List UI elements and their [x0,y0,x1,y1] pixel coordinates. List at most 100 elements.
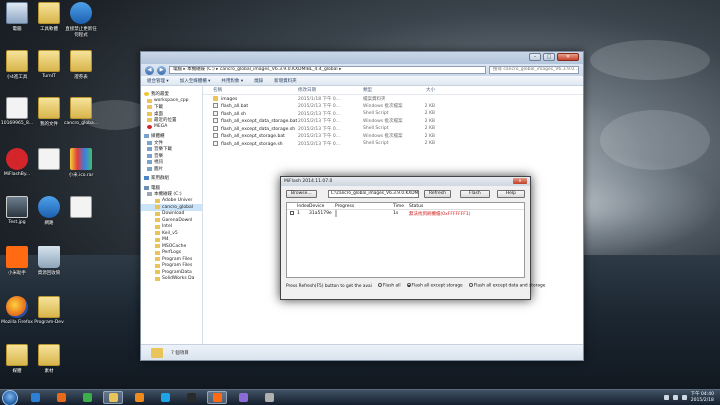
desktop-icon[interactable]: 小米.ico.rar [64,148,98,178]
file-row[interactable]: flash_all_except_data_storage.bat 2015/2/… [203,118,583,126]
column-date[interactable]: 修改日期 [298,87,363,93]
tools-icon [264,393,274,402]
share-with-menu[interactable]: 共用對象 ▾ [221,78,243,84]
radio-icon[interactable] [468,283,473,288]
new-folder-button[interactable]: 新增資料夾 [274,78,297,84]
nav-item-label: PerfLogs [162,250,182,256]
taskbar-media-player[interactable] [129,391,149,404]
desktop-icon[interactable]: 證券表 [64,50,98,80]
desktop-icon[interactable]: 媒體 [0,344,34,374]
network-tray-icon[interactable] [672,395,678,400]
taskbar-tools[interactable] [259,391,279,404]
file-row[interactable]: flash_all.sh 2015/2/13 下午 0... Shell Scrip… [203,110,583,118]
desktop-icon[interactable]: Test.jpg [0,196,34,225]
desktop-icon[interactable]: Program-Dev [32,296,66,325]
taskbar-cmd[interactable] [181,391,201,404]
flash-option[interactable]: Flash all except storage [406,283,463,289]
radio-icon[interactable] [406,283,411,288]
flash-option[interactable]: Flash all [377,283,401,289]
taskbar-mi[interactable] [207,391,227,404]
desktop-icon[interactable]: 小米助手 [0,246,34,276]
file-type: Windows 批次檔案 [363,119,403,125]
desktop-icon-label: 小米助手 [8,271,26,276]
column-size[interactable]: 大小 [405,87,435,93]
file-row[interactable]: flash_all_except_storage.bat 2015/2/13 下午… [203,133,583,141]
taskbar-ie[interactable] [25,391,45,404]
column-index: Index [297,203,310,209]
file-row[interactable]: flash_all_except_storage.sh 2015/2/13 下午 … [203,140,583,148]
desktop-icon[interactable]: 直接禁止更新任何程式 [64,2,98,38]
nav-item-label: 音樂下載 [154,147,172,153]
nav-item[interactable]: MEGA [141,124,202,131]
desktop-icon[interactable]: TurnIT [32,50,66,79]
lib-icon [147,166,152,171]
taskbar-skype[interactable] [155,391,175,404]
desktop-icon[interactable]: 網路 [32,196,66,226]
desktop-icon[interactable]: 素材 [32,344,66,374]
desktop-icon[interactable]: 我的文件 [32,97,66,127]
refresh-button[interactable]: Refresh [423,190,451,198]
nav-item-label: 最近的位置 [154,118,177,124]
search-input[interactable]: 搜尋 cancro_global_images_V6.3.9.0... [489,66,579,74]
desktop-icon[interactable]: MiFlashBy... [0,148,34,177]
flash-button[interactable]: Flash [459,190,490,198]
desktop-icon[interactable] [32,148,66,172]
flash-option[interactable]: Flash all except data and storage [468,283,545,289]
device-row[interactable]: 1 31a5179e 1s 無法找到刷機檔(0xFFFFFFF1) [287,210,524,217]
burn-button[interactable]: 燒錄 [254,78,263,84]
close-button[interactable]: ✕ [557,53,579,61]
desktop-icon[interactable]: 資源回收筒 [32,246,66,276]
app-icon [38,148,60,170]
desktop-icon-label: Test.jpg [8,220,26,225]
file-row[interactable]: flash_all.bat 2015/2/13 下午 0... Windows 批次… [203,103,583,111]
nav-item[interactable]: 圖片 [141,166,202,173]
device-checkbox[interactable] [290,210,294,215]
file-name: flash_all_except_data_storage.bat [221,119,298,125]
organize-menu[interactable]: 組合管理 ▾ [147,78,169,84]
minimize-button[interactable]: – [529,53,541,61]
column-name[interactable]: 名稱 [203,87,298,93]
taskbar-firefox[interactable] [51,391,71,404]
file-size: 2 KB [424,141,435,147]
forward-button[interactable]: ▶ [157,65,166,75]
browse-button[interactable]: Browse... [286,190,317,198]
image-path-input[interactable]: C:\cancro_global_images_V6.3.9.0.KXDMIBL… [327,190,419,198]
miflash-titlebar[interactable]: MiFlash 2014.11.07.0 ✕ [281,177,530,186]
file-row[interactable]: flash_all_except_data_storage.sh 2015/2/1… [203,125,583,133]
taskbar-app[interactable] [233,391,253,404]
help-button[interactable]: Help [496,190,525,198]
desktop-icon-label: 工具軟體 [40,27,58,32]
back-button[interactable]: ◀ [145,65,154,75]
add-to-library-menu[interactable]: 加入至媒體櫃 ▾ [180,78,211,84]
desktop-icon[interactable]: cancro_globa... [64,97,98,126]
clock[interactable]: 下午 04:40 2015/2/18 [691,392,714,404]
file-row[interactable]: images 2015/1/18 下午 0... 檔案資料夾 [203,95,583,103]
desktop-icon[interactable] [64,196,98,220]
radio-icon[interactable] [377,283,382,288]
desktop-icon[interactable]: 電腦 [0,2,34,32]
tray-arrow-icon[interactable] [663,395,669,400]
explorer-titlebar[interactable]: – □ ✕ [141,52,583,64]
maximize-button[interactable]: □ [543,53,555,61]
image-icon [6,196,28,218]
folder-icon [155,244,160,249]
flash-option-label: Flash all [382,283,401,289]
file-size: 2 KB [424,126,435,132]
column-type[interactable]: 類型 [363,87,405,93]
start-button[interactable] [2,389,18,405]
folder-icon [155,263,160,268]
address-input[interactable]: 電腦 ▸ 本機磁碟 (C:) ▸ cancro_global_images_V6… [169,66,486,74]
pc-icon [144,185,149,190]
desktop-icon[interactable]: 工具軟體 [32,2,66,32]
desktop-icon[interactable]: Mozilla Firefox [0,296,34,325]
taskbar-explorer[interactable] [103,391,123,404]
nav-item[interactable]: SolidWorks Da [141,276,202,283]
desktop-icon[interactable]: 小4進工具 [0,50,34,80]
miflash-close-button[interactable]: ✕ [513,178,527,184]
folder-icon [38,2,60,24]
taskbar-chrome[interactable] [77,391,97,404]
file-type: Windows 批次檔案 [363,104,403,110]
volume-icon[interactable] [681,395,687,400]
desktop-icon[interactable]: 10169965_8... [0,97,34,126]
nav-item[interactable]: 家用群組 [141,175,202,182]
